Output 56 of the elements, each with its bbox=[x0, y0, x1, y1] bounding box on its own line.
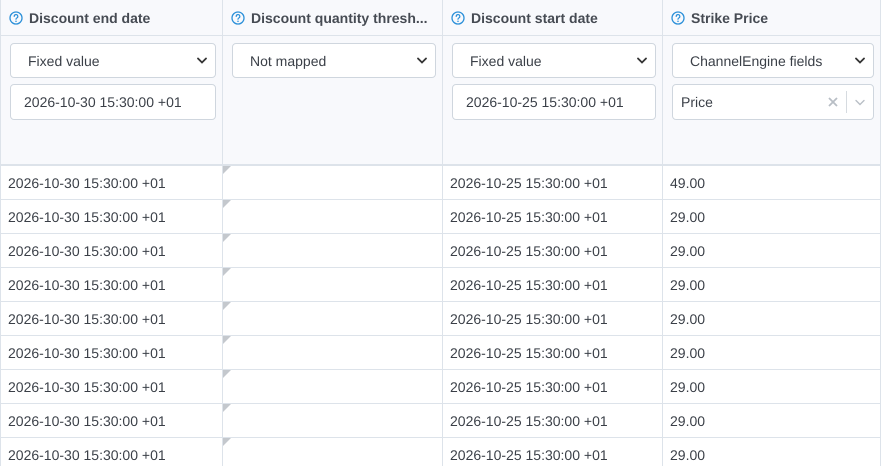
column-title: Discount start date bbox=[471, 10, 598, 26]
table-cell: 29.00 bbox=[663, 438, 881, 466]
table-cell: 2026-10-25 15:30:00 +01 bbox=[443, 166, 663, 200]
table-cell: 2026-10-25 15:30:00 +01 bbox=[443, 302, 663, 336]
date-input-field[interactable]: 2026-10-30 15:30:00 +01 bbox=[10, 84, 216, 120]
column-title: Discount quantity thresh... bbox=[251, 10, 428, 26]
mapping-select[interactable]: ChannelEngine fields bbox=[672, 43, 874, 78]
chevron-down-icon bbox=[197, 57, 207, 64]
column-title: Strike Price bbox=[691, 10, 768, 26]
table-cell: 2026-10-30 15:30:00 +01 bbox=[1, 166, 223, 200]
table-cell: 29.00 bbox=[663, 336, 881, 370]
table-cell: 2026-10-30 15:30:00 +01 bbox=[1, 200, 223, 234]
mapping-select[interactable]: Not mapped bbox=[232, 43, 436, 78]
clear-icon[interactable] bbox=[828, 97, 838, 107]
help-icon[interactable] bbox=[9, 10, 23, 24]
mapping-select[interactable]: Fixed value bbox=[10, 43, 216, 78]
table-cell: 2026-10-25 15:30:00 +01 bbox=[443, 404, 663, 438]
help-icon[interactable] bbox=[451, 10, 465, 24]
corner-marker-icon bbox=[223, 336, 231, 344]
table-cell: 2026-10-25 15:30:00 +01 bbox=[443, 336, 663, 370]
table-cell: 2026-10-30 15:30:00 +01 bbox=[1, 370, 223, 404]
corner-marker-icon bbox=[223, 370, 231, 378]
table-cell: 29.00 bbox=[663, 234, 881, 268]
table-cell: 2026-10-25 15:30:00 +01 bbox=[443, 234, 663, 268]
corner-marker-icon bbox=[223, 234, 231, 242]
corner-marker-icon bbox=[223, 268, 231, 276]
table-cell: 2026-10-30 15:30:00 +01 bbox=[1, 336, 223, 370]
chevron-down-icon bbox=[855, 98, 865, 106]
table-cell: 2026-10-25 15:30:00 +01 bbox=[443, 200, 663, 234]
corner-marker-icon bbox=[223, 200, 231, 208]
table-cell: 2026-10-25 15:30:00 +01 bbox=[443, 268, 663, 302]
table-cell: 2026-10-30 15:30:00 +01 bbox=[1, 268, 223, 302]
chevron-down-icon bbox=[855, 57, 865, 64]
field-select[interactable]: Price bbox=[672, 84, 874, 120]
table-cell: 2026-10-25 15:30:00 +01 bbox=[443, 438, 663, 466]
mapping-select[interactable]: Fixed value bbox=[452, 43, 656, 78]
chevron-down-icon bbox=[637, 57, 647, 64]
table-cell: 49.00 bbox=[663, 166, 881, 200]
table-cell: 2026-10-25 15:30:00 +01 bbox=[443, 370, 663, 404]
corner-marker-icon bbox=[223, 438, 231, 446]
corner-marker-icon bbox=[223, 166, 231, 174]
date-input-field[interactable]: 2026-10-25 15:30:00 +01 bbox=[452, 84, 656, 120]
table-cell: 29.00 bbox=[663, 404, 881, 438]
chevron-down-icon bbox=[417, 57, 427, 64]
table-cell: 29.00 bbox=[663, 370, 881, 404]
corner-marker-icon bbox=[223, 404, 231, 412]
column-title: Discount end date bbox=[29, 10, 150, 26]
help-icon[interactable] bbox=[671, 10, 685, 24]
table-cell: 29.00 bbox=[663, 200, 881, 234]
table-cell: 2026-10-30 15:30:00 +01 bbox=[1, 234, 223, 268]
help-icon[interactable] bbox=[231, 10, 245, 24]
table-cell: 29.00 bbox=[663, 268, 881, 302]
table-cell: 2026-10-30 15:30:00 +01 bbox=[1, 404, 223, 438]
table-cell: 2026-10-30 15:30:00 +01 bbox=[1, 302, 223, 336]
table-cell: 29.00 bbox=[663, 302, 881, 336]
corner-marker-icon bbox=[223, 302, 231, 310]
